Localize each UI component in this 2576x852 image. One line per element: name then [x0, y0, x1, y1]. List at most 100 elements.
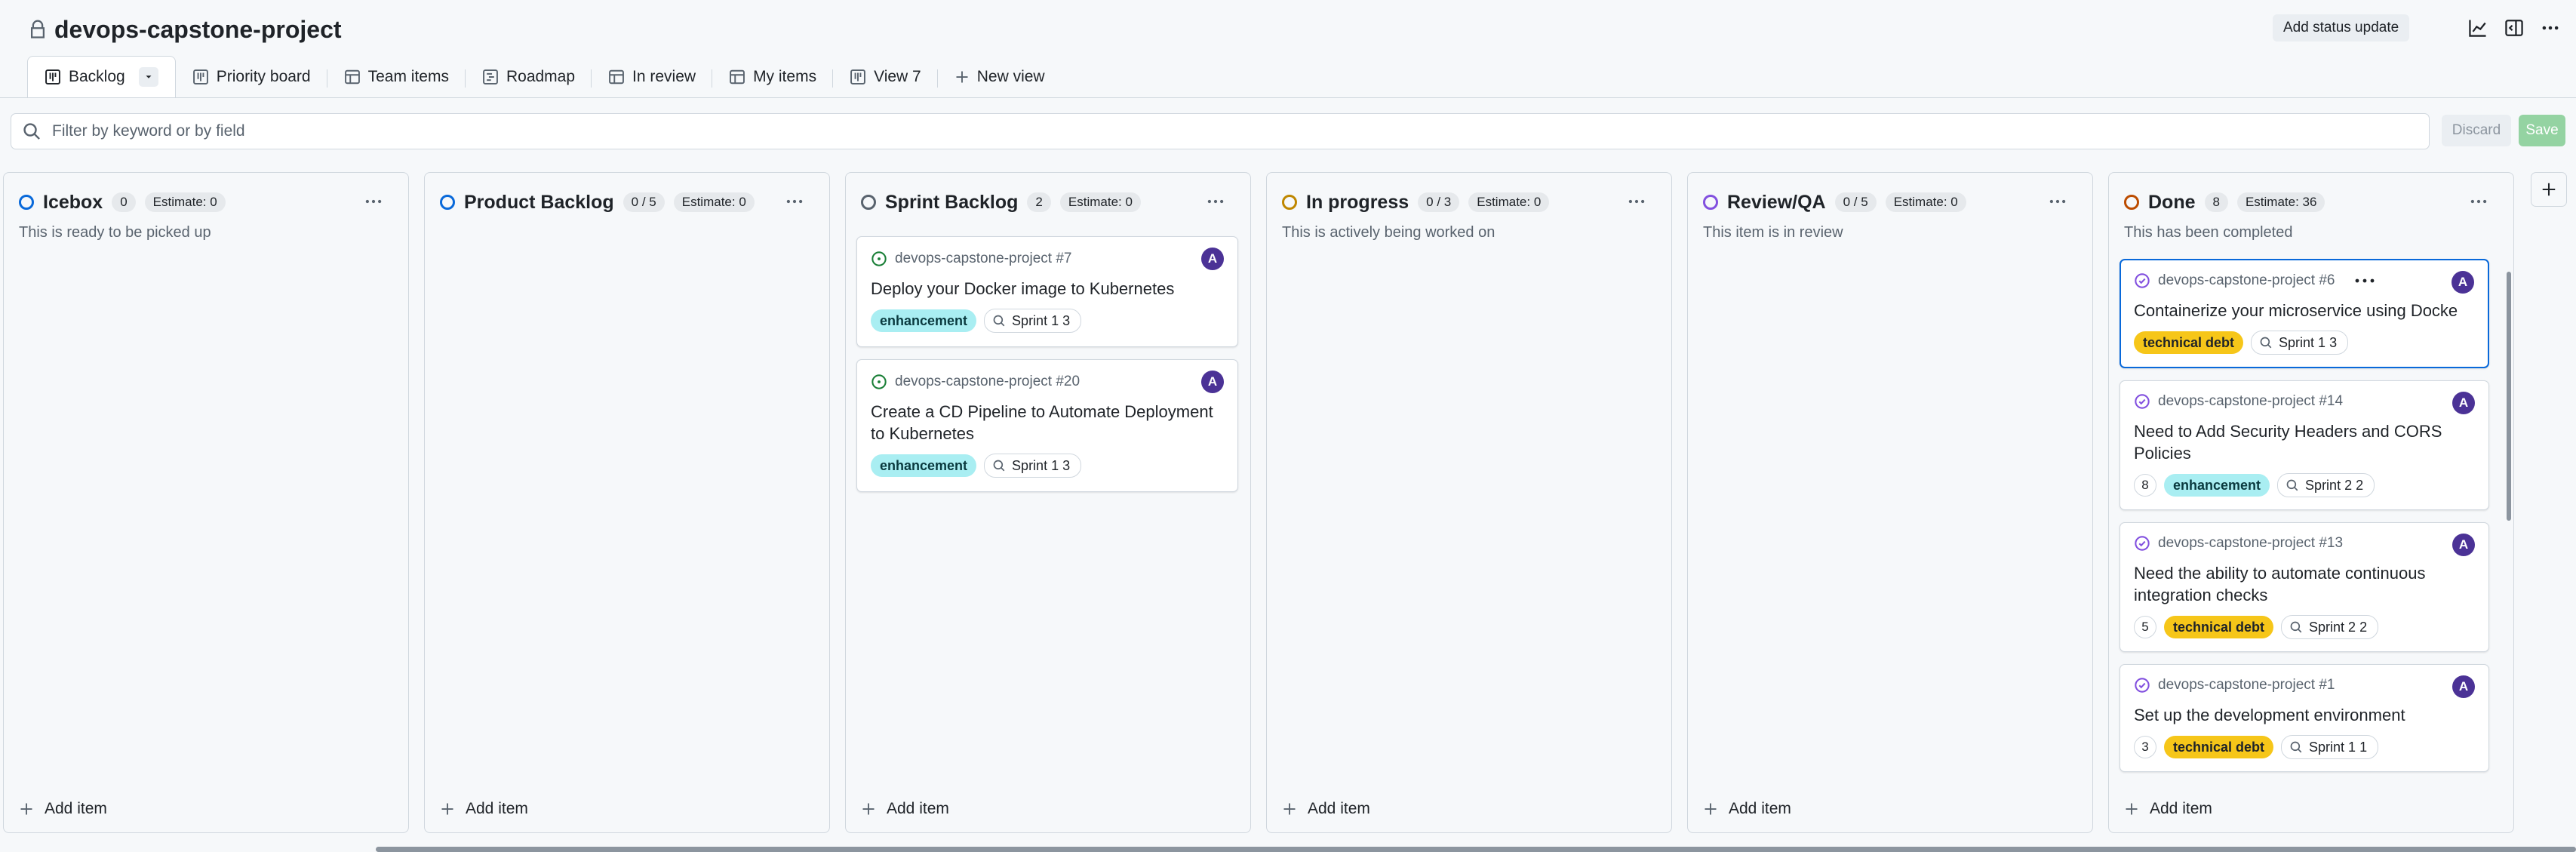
column-title: Review/QA	[1727, 191, 1826, 213]
new-view-button[interactable]: New view	[938, 56, 1062, 98]
issue-opened-icon	[871, 374, 887, 390]
add-status-update-button[interactable]: Add status update	[2273, 14, 2410, 42]
tab-backlog[interactable]: Backlog	[27, 56, 176, 98]
card-title[interactable]: Need the ability to automate continuous …	[2134, 562, 2475, 606]
board-icon	[850, 69, 866, 85]
page-title: devops-capstone-project	[54, 15, 342, 43]
project-menu-button[interactable]	[2534, 13, 2567, 43]
card-title[interactable]: Create a CD Pipeline to Automate Deploym…	[871, 401, 1224, 444]
plus-icon	[1703, 801, 1718, 817]
column-description: This is ready to be picked up	[19, 224, 211, 241]
iteration-icon	[2259, 336, 2273, 349]
issue-card[interactable]: devops-capstone-project #6 A Containeriz…	[2120, 259, 2489, 368]
tab-view-7[interactable]: View 7	[833, 56, 938, 98]
avatar[interactable]: A	[2452, 392, 2475, 414]
plus-icon	[954, 69, 970, 85]
status-circle-icon	[440, 195, 455, 210]
card-title[interactable]: Set up the development environment	[2134, 704, 2475, 726]
tab-roadmap[interactable]: Roadmap	[466, 56, 592, 98]
side-panel-button[interactable]	[2498, 13, 2531, 43]
status-circle-icon	[1703, 195, 1718, 210]
estimate-pill: 5	[2134, 616, 2156, 638]
add-item-label: Add item	[2150, 800, 2212, 817]
add-item-button[interactable]: Add item	[1282, 796, 1370, 822]
column-menu-button[interactable]	[360, 191, 387, 212]
card-title[interactable]: Containerize your microservice using Doc…	[2134, 300, 2475, 321]
add-item-button[interactable]: Add item	[2124, 796, 2212, 822]
column-header: Review/QA 0 / 5 Estimate: 0	[1703, 189, 1966, 215]
add-item-button[interactable]: Add item	[1703, 796, 1791, 822]
estimate-total: Estimate: 0	[1059, 192, 1141, 212]
column-menu-button[interactable]	[2465, 191, 2492, 212]
issue-card[interactable]: devops-capstone-project #20 A Create a C…	[856, 359, 1238, 492]
issue-reference[interactable]: devops-capstone-project #14	[2158, 393, 2343, 410]
issue-closed-icon	[2134, 535, 2150, 552]
save-button[interactable]: Save	[2519, 115, 2565, 146]
column-menu-button[interactable]	[781, 191, 808, 212]
column-menu-button[interactable]	[2044, 191, 2071, 212]
column-title: Done	[2148, 191, 2196, 213]
avatar[interactable]: A	[2452, 534, 2475, 556]
filter-input[interactable]	[51, 121, 2393, 141]
tab-team-items[interactable]: Team items	[327, 56, 466, 98]
issue-reference[interactable]: devops-capstone-project #20	[895, 374, 1080, 390]
view-options-dropdown[interactable]	[138, 67, 158, 87]
column-menu-button[interactable]	[1202, 191, 1229, 212]
add-item-button[interactable]: Add item	[19, 796, 107, 822]
issue-reference[interactable]: devops-capstone-project #13	[2158, 535, 2343, 552]
roadmap-icon	[482, 69, 499, 85]
board-icon	[45, 69, 61, 85]
issue-reference[interactable]: devops-capstone-project #1	[2158, 677, 2335, 694]
column-header: In progress 0 / 3 Estimate: 0	[1282, 189, 1550, 215]
column-description: This item is in review	[1703, 224, 1843, 241]
card-title[interactable]: Deploy your Docker image to Kubernetes	[871, 278, 1224, 300]
tabs-divider	[0, 97, 2576, 98]
card-title[interactable]: Need to Add Security Headers and CORS Po…	[2134, 420, 2475, 464]
column-done: Done 8 Estimate: 36 This has been comple…	[2108, 172, 2514, 833]
issue-reference[interactable]: devops-capstone-project #7	[895, 251, 1071, 267]
tab-label: New view	[976, 68, 1045, 85]
add-column-button[interactable]	[2531, 172, 2567, 207]
avatar[interactable]: A	[1201, 248, 1224, 270]
avatar[interactable]: A	[1201, 371, 1224, 393]
issue-card[interactable]: devops-capstone-project #1 A Set up the …	[2120, 664, 2489, 772]
sprint-pill: Sprint 1 1	[2281, 735, 2379, 759]
insights-button[interactable]	[2461, 13, 2495, 43]
column-menu-button[interactable]	[1623, 191, 1650, 212]
issue-card[interactable]: devops-capstone-project #13 A Need the a…	[2120, 522, 2489, 652]
kebab-horizontal-icon	[785, 192, 804, 211]
column-scrollbar[interactable]	[2507, 272, 2511, 521]
kebab-horizontal-icon[interactable]	[2353, 273, 2377, 288]
avatar[interactable]: A	[2452, 675, 2475, 698]
table-icon	[729, 69, 745, 85]
issue-card[interactable]: devops-capstone-project #7 A Deploy your…	[856, 236, 1238, 347]
estimate-total: Estimate: 0	[673, 192, 755, 212]
sprint-label: Sprint 1 3	[1012, 457, 1071, 473]
status-circle-icon	[2124, 195, 2139, 210]
label-technical-debt: technical debt	[2134, 331, 2244, 354]
tab-in-review[interactable]: In review	[592, 56, 713, 98]
triangle-down-icon	[143, 72, 154, 82]
add-item-button[interactable]: Add item	[861, 796, 949, 822]
horizontal-scrollbar[interactable]	[376, 847, 2576, 852]
add-item-label: Add item	[887, 800, 949, 817]
project-header: devops-capstone-project Add status updat…	[0, 0, 2576, 98]
issue-reference[interactable]: devops-capstone-project #6	[2158, 272, 2335, 289]
tab-priority-board[interactable]: Priority board	[176, 56, 327, 98]
item-count: 0 / 5	[1834, 192, 1877, 212]
sprint-pill: Sprint 2 2	[2277, 473, 2375, 497]
kebab-horizontal-icon	[364, 192, 383, 211]
plus-icon	[440, 801, 455, 817]
avatar[interactable]: A	[2452, 271, 2474, 294]
tab-my-items[interactable]: My items	[712, 56, 834, 98]
sprint-label: Sprint 2 2	[2305, 477, 2364, 493]
status-circle-icon	[19, 195, 34, 210]
plus-icon	[1282, 801, 1297, 817]
add-item-button[interactable]: Add item	[440, 796, 528, 822]
add-item-label: Add item	[466, 800, 528, 817]
estimate-pill: 8	[2134, 474, 2156, 497]
column-title: Icebox	[43, 191, 103, 213]
discard-button[interactable]: Discard	[2442, 115, 2511, 146]
issue-card[interactable]: devops-capstone-project #14 A Need to Ad…	[2120, 380, 2489, 510]
sprint-pill: Sprint 1 3	[984, 309, 1082, 333]
